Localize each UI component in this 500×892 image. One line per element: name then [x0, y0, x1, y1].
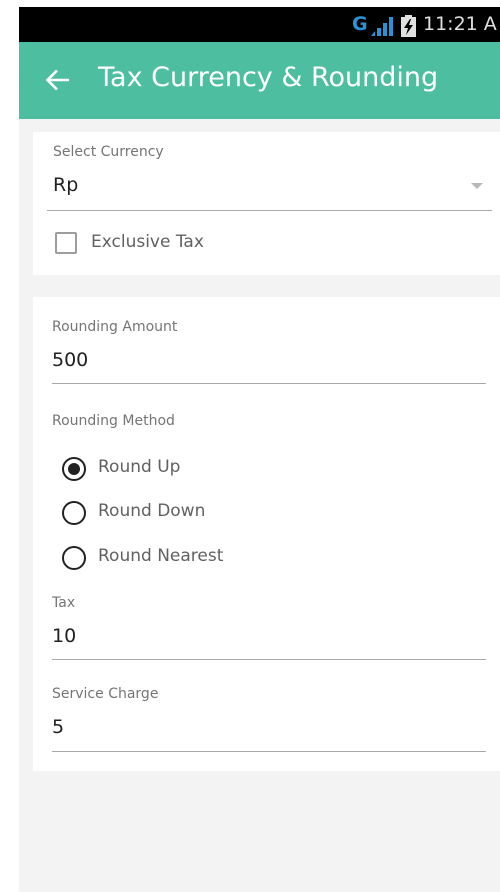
tax-value: 10: [52, 625, 77, 647]
app-bar: Tax Currency & Rounding: [19, 42, 500, 119]
currency-underline: [47, 210, 492, 211]
service-charge-label: Service Charge: [52, 686, 159, 702]
currency-card: Select Currency Rp Exclusive Tax: [33, 132, 500, 275]
rounding-amount-input[interactable]: 500: [52, 343, 486, 381]
round-nearest-label: Round Nearest: [98, 546, 224, 566]
checkbox-box: [55, 232, 77, 254]
app-screen: G 11:21 A Tax Currency & Rounding Select…: [19, 7, 500, 892]
rounding-amount-underline: [52, 383, 486, 384]
rounding-amount-value: 500: [52, 349, 89, 371]
tax-label: Tax: [52, 595, 76, 611]
round-down-label: Round Down: [98, 501, 206, 521]
status-bar: G 11:21 A: [19, 7, 500, 42]
round-up-label: Round Up: [98, 457, 181, 477]
select-currency-label: Select Currency: [53, 144, 164, 160]
service-charge-value: 5: [52, 716, 65, 738]
round-up-radio[interactable]: Round Up: [62, 453, 262, 485]
radio-indicator: [62, 501, 86, 525]
radio-indicator: [62, 457, 86, 481]
rounding-card: Rounding Amount 500 Rounding Method Roun…: [33, 297, 500, 771]
service-charge-underline: [52, 751, 486, 752]
tax-underline: [52, 659, 486, 660]
round-down-radio[interactable]: Round Down: [62, 497, 262, 529]
chevron-down-icon: [471, 183, 483, 189]
page-title: Tax Currency & Rounding: [98, 62, 439, 93]
status-time: 11:21 A: [423, 13, 497, 35]
battery-charging-icon: [401, 15, 416, 37]
tax-input[interactable]: 10: [52, 619, 486, 657]
currency-value: Rp: [53, 174, 79, 196]
currency-dropdown[interactable]: Rp: [47, 166, 492, 206]
radio-indicator: [62, 546, 86, 570]
exclusive-tax-checkbox[interactable]: Exclusive Tax: [55, 226, 255, 260]
service-charge-input[interactable]: 5: [52, 710, 486, 748]
network-type-indicator: G: [352, 13, 368, 35]
signal-bars-icon: [371, 17, 393, 36]
exclusive-tax-label: Exclusive Tax: [91, 232, 204, 252]
rounding-method-label: Rounding Method: [52, 413, 175, 429]
rounding-amount-label: Rounding Amount: [52, 319, 178, 335]
round-nearest-radio[interactable]: Round Nearest: [62, 542, 282, 574]
arrow-left-icon[interactable]: [45, 67, 71, 93]
